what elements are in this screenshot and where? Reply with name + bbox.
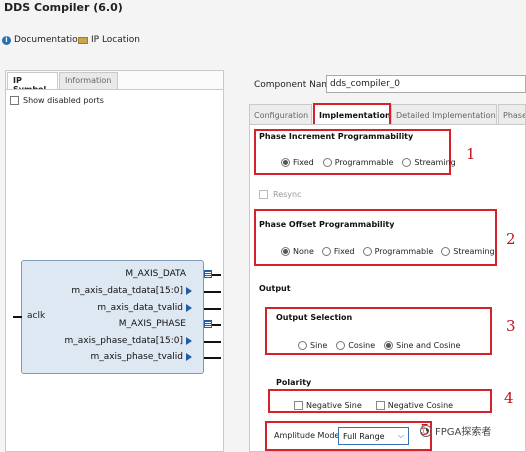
phase-offset-options: None Fixed Programmable Streaming <box>281 247 495 256</box>
radio-label: Fixed <box>333 247 355 256</box>
pin <box>204 341 221 343</box>
radio-dot-icon[interactable] <box>281 158 290 167</box>
wechat-icon: ◔ <box>420 424 432 437</box>
documentation-label: Documentation <box>14 35 84 45</box>
info-icon: i <box>2 35 11 45</box>
radio-dot-icon[interactable] <box>402 158 412 167</box>
radio-sine[interactable]: Sine <box>298 341 327 350</box>
radio-dot-icon[interactable] <box>281 247 290 256</box>
output-arrow-icon <box>186 304 192 312</box>
ip-location-label: IP Location <box>91 35 141 45</box>
polarity-title: Polarity <box>276 378 312 387</box>
radio-cosine[interactable]: Cosine <box>336 341 375 350</box>
window-title: DDS Compiler (6.0) <box>4 1 123 14</box>
bus-icon[interactable] <box>204 270 212 278</box>
checkbox-box[interactable] <box>259 190 268 199</box>
tab-information[interactable]: Information <box>59 72 118 89</box>
radio-label: Sine <box>310 341 328 350</box>
tab-configuration[interactable]: Configuration <box>249 104 312 125</box>
folder-icon <box>78 36 88 44</box>
phase-increment-options: Fixed Programmable Streaming <box>281 158 456 167</box>
checkbox-box[interactable] <box>10 96 19 105</box>
tab-ip-symbol[interactable]: IP Symbol <box>7 72 58 94</box>
pin <box>212 324 221 326</box>
radio-programmable[interactable]: Programmable <box>322 158 394 167</box>
phase-offset-title: Phase Offset Programmability <box>259 220 395 229</box>
radio-streaming[interactable]: Streaming <box>402 158 456 167</box>
marker-4: 4 <box>504 389 514 407</box>
implementation-tab-highlight <box>313 103 391 126</box>
marker-3: 3 <box>506 317 516 335</box>
amplitude-mode-select[interactable]: Full Range ⌵ <box>338 427 409 445</box>
radio-label: None <box>293 247 314 256</box>
watermark-text: FPGA探索者 <box>435 427 492 438</box>
checkbox-box[interactable] <box>375 401 385 410</box>
phase-offset-highlight <box>254 209 497 266</box>
resync-checkbox[interactable]: Resync <box>259 190 302 199</box>
aclk-pin <box>13 316 22 318</box>
amplitude-mode-value: Full Range <box>343 431 385 441</box>
phase-increment-title: Phase Increment Programmability <box>259 132 414 141</box>
radio-label: Programmable <box>374 247 434 256</box>
radio-programmable[interactable]: Programmable <box>362 247 434 256</box>
aclk-port-label: aclk <box>27 311 46 321</box>
radio-dot-icon[interactable] <box>362 247 372 256</box>
radio-dot-icon[interactable] <box>384 341 394 350</box>
output-arrow-icon <box>186 337 192 345</box>
component-name-input[interactable] <box>326 75 526 93</box>
watermark: ◔ FPGA探索者 <box>420 423 491 438</box>
radio-label: Fixed <box>293 158 314 167</box>
radio-dot-icon[interactable] <box>441 247 451 256</box>
port-m-axis-data-tvalid: m_axis_data_tvalid <box>97 303 183 313</box>
ip-location-link[interactable]: IP Location <box>78 35 140 45</box>
output-arrow-icon <box>186 287 192 295</box>
radio-label: Cosine <box>348 341 376 350</box>
radio-label: Programmable <box>334 158 394 167</box>
radio-fixed[interactable]: Fixed <box>321 247 355 256</box>
output-selection-options: Sine Cosine Sine and Cosine <box>298 341 460 350</box>
radio-label: Sine and Cosine <box>396 341 461 350</box>
marker-1: 1 <box>466 145 476 163</box>
checkbox-negative-sine[interactable]: Negative Sine <box>294 401 362 410</box>
show-disabled-ports-checkbox[interactable]: Show disabled ports <box>10 96 104 105</box>
checkbox-box[interactable] <box>294 401 303 410</box>
radio-sine-and-cosine[interactable]: Sine and Cosine <box>384 341 460 350</box>
checkbox-negative-cosine[interactable]: Negative Cosine <box>375 401 454 410</box>
radio-streaming[interactable]: Streaming <box>441 247 495 256</box>
documentation-link[interactable]: i Documentation <box>2 35 83 45</box>
tab-detailed-implementation[interactable]: Detailed Implementation <box>391 104 497 125</box>
pin <box>204 357 221 359</box>
checkbox-label: Negative Sine <box>306 401 362 410</box>
radio-dot-icon[interactable] <box>298 341 307 350</box>
tab-phase[interactable]: Phase <box>498 104 526 125</box>
radio-label: Streaming <box>453 247 495 256</box>
port-m-axis-phase: M_AXIS_PHASE <box>118 319 186 329</box>
pin <box>204 308 221 310</box>
bus-icon[interactable] <box>204 320 212 328</box>
pin <box>204 291 221 293</box>
radio-none[interactable]: None <box>281 247 314 256</box>
resync-label: Resync <box>273 190 302 199</box>
radio-label: Streaming <box>414 158 456 167</box>
chevron-down-icon: ⌵ <box>397 431 404 440</box>
port-m-axis-phase-tvalid: m_axis_phase_tvalid <box>90 352 183 362</box>
radio-fixed[interactable]: Fixed <box>281 158 314 167</box>
radio-dot-icon[interactable] <box>321 247 331 256</box>
output-title: Output <box>259 284 291 293</box>
port-m-axis-data: M_AXIS_DATA <box>125 269 186 279</box>
output-arrow-icon <box>186 353 192 361</box>
checkbox-label: Negative Cosine <box>387 401 454 410</box>
pin <box>212 274 221 276</box>
port-m-axis-phase-tdata: m_axis_phase_tdata[15:0] <box>64 336 184 346</box>
marker-2: 2 <box>506 230 516 248</box>
radio-dot-icon[interactable] <box>336 341 346 350</box>
radio-dot-icon[interactable] <box>322 158 332 167</box>
show-disabled-ports-label: Show disabled ports <box>23 96 104 105</box>
amplitude-mode-label: Amplitude Mode <box>274 431 340 440</box>
port-m-axis-data-tdata: m_axis_data_tdata[15:0] <box>71 286 183 296</box>
component-name-label: Component Name <box>254 80 336 90</box>
output-selection-title: Output Selection <box>276 313 353 322</box>
polarity-options: Negative Sine Negative Cosine <box>294 401 453 410</box>
